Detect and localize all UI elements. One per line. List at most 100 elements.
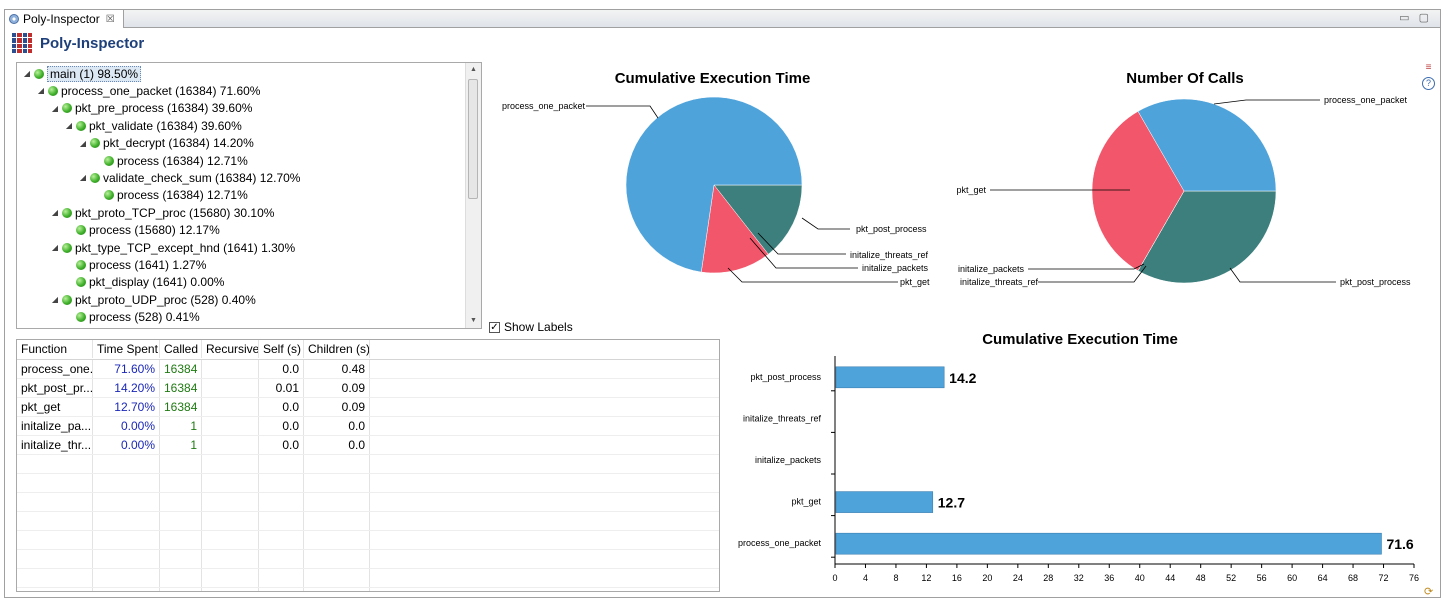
tree-expand-icon[interactable]: ◢ [51, 208, 59, 217]
bar-process-one-packet[interactable] [835, 532, 1382, 555]
scroll-thumb[interactable] [468, 79, 478, 199]
column-header-called[interactable]: Called [160, 340, 202, 358]
table-row[interactable]: pkt_post_pr... 14.20% 16384 0.01 0.09 [17, 379, 719, 398]
table-cell [370, 474, 719, 492]
bar-value-label: 14.2 [949, 370, 976, 386]
tree-expand-icon[interactable]: ◢ [79, 139, 87, 148]
table-row[interactable]: initalize_pa... 0.00% 1 0.0 0.0 [17, 417, 719, 436]
table-row[interactable]: process_one... 71.60% 16384 0.0 0.48 [17, 360, 719, 379]
tree-expand-icon[interactable]: ◢ [79, 173, 87, 182]
pie-label: pkt_post_process [856, 224, 927, 234]
scroll-down-icon[interactable]: ▼ [466, 314, 481, 328]
table-cell [370, 436, 719, 454]
minimize-maximize-icon[interactable]: ▭ ▢ [1399, 11, 1432, 24]
x-tick-label: 20 [982, 573, 992, 583]
scroll-up-icon[interactable]: ▲ [466, 63, 481, 77]
x-tick-label: 16 [952, 573, 962, 583]
table-header: Function Time Spent Called Recursive Sel… [17, 340, 719, 360]
pie-label: pkt_post_process [1340, 277, 1411, 287]
bar-pkt-post-process[interactable] [835, 366, 945, 389]
tree-expand-icon[interactable]: ◢ [51, 104, 59, 113]
tree-node[interactable]: ◢ pkt_pre_process (16384) 39.60% [51, 100, 253, 117]
bar-category-label: initalize_packets [755, 455, 822, 465]
tab-poly-inspector[interactable]: Poly-Inspector ☒ [5, 10, 124, 28]
tree-node[interactable]: ◢ main (1) 98.50% [23, 65, 142, 82]
tree-node[interactable]: process (1641) 1.27% [65, 256, 206, 273]
tree-node[interactable]: ◢ pkt_validate (16384) 39.60% [65, 117, 242, 134]
tree-node[interactable]: ◢pkt_proto_ICMP_proc (176) 0.10% [51, 326, 260, 329]
table-cell [304, 588, 370, 591]
table-cell [259, 474, 304, 492]
table-cell: 16384 [160, 379, 202, 397]
table-cell [259, 493, 304, 511]
table-cell [202, 455, 259, 473]
close-icon[interactable]: ☒ [106, 14, 115, 25]
table-cell [17, 455, 93, 473]
table-cell [370, 455, 719, 473]
tree-node[interactable]: process (16384) 12.71% [93, 187, 248, 204]
table-cell [160, 531, 202, 549]
table-cell: 71.60% [93, 360, 160, 378]
sync-icon[interactable]: ⟳ [1424, 585, 1433, 598]
tree-node-label: pkt_decrypt (16384) 14.20% [103, 136, 254, 151]
tree-node[interactable]: process (15680) 12.17% [65, 222, 220, 239]
table-cell: initalize_pa... [17, 417, 93, 435]
tree-expand-icon[interactable]: ◢ [23, 69, 31, 78]
tree-expand-icon[interactable]: ◢ [51, 243, 59, 252]
x-tick-label: 44 [1165, 573, 1175, 583]
column-header-time-spent[interactable]: Time Spent [93, 340, 160, 358]
table-cell [370, 569, 719, 587]
x-tick-label: 36 [1104, 573, 1114, 583]
table-cell: 0.0 [259, 398, 304, 416]
tree-node[interactable]: ◢ pkt_proto_UDP_proc (528) 0.40% [51, 291, 256, 308]
status-dot-icon [62, 207, 72, 218]
x-tick-label: 56 [1257, 573, 1267, 583]
table-cell [370, 417, 719, 435]
table-cell [370, 360, 719, 378]
x-tick-label: 52 [1226, 573, 1236, 583]
status-dot-icon [90, 138, 100, 149]
tree-expand-icon[interactable]: ◢ [65, 121, 73, 130]
bar-pkt-get[interactable] [835, 491, 934, 513]
column-header-recursive[interactable]: Recursive [202, 340, 259, 358]
call-tree[interactable]: ◢ main (1) 98.50% ◢ process_one_packet (163… [16, 62, 482, 329]
bar-value-label: 12.7 [938, 495, 965, 511]
table-cell [93, 531, 160, 549]
help-icon[interactable]: ? [1422, 77, 1435, 90]
tree-node[interactable]: ◢ process_one_packet (16384) 71.60% [37, 82, 261, 99]
table-row[interactable]: pkt_get 12.70% 16384 0.0 0.09 [17, 398, 719, 417]
tree-expand-icon[interactable]: ◢ [37, 86, 45, 95]
table-cell [304, 512, 370, 530]
empty-table-row [17, 474, 719, 493]
table-cell [202, 588, 259, 591]
status-dot-icon [62, 294, 72, 305]
show-labels-toggle[interactable]: ✓ Show Labels [489, 320, 573, 334]
tab-label: Poly-Inspector [23, 12, 100, 26]
column-header-children[interactable]: Children (s) [304, 340, 370, 358]
tree-node[interactable]: ◢ pkt_decrypt (16384) 14.20% [79, 135, 254, 152]
preferences-icon[interactable]: ≡ [1426, 62, 1432, 73]
tree-scrollbar[interactable]: ▲ ▼ [465, 63, 481, 328]
tree-node[interactable]: ◢ validate_check_sum (16384) 12.70% [79, 169, 301, 186]
status-dot-icon [76, 312, 86, 323]
table-cell: initalize_thr... [17, 436, 93, 454]
bar-category-label: pkt_get [791, 497, 821, 507]
tree-node[interactable]: process (528) 0.41% [65, 309, 200, 326]
table-cell [93, 569, 160, 587]
tree-node[interactable]: ◢ pkt_type_TCP_except_hnd (1641) 1.30% [51, 239, 295, 256]
tree-node-label: process_one_packet (16384) 71.60% [61, 83, 261, 98]
show-labels-checkbox[interactable]: ✓ [489, 321, 500, 333]
table-row[interactable]: initalize_thr... 0.00% 1 0.0 0.0 [17, 436, 719, 455]
tree-node[interactable]: pkt_display (1641) 0.00% [65, 274, 224, 291]
table-cell [304, 531, 370, 549]
pie-leader-line [1213, 99, 1320, 105]
column-header-self[interactable]: Self (s) [259, 340, 304, 358]
view-tab-bar: Poly-Inspector ☒ ▭ ▢ [4, 9, 1441, 28]
column-header-function[interactable]: Function [17, 340, 93, 358]
tree-node[interactable]: ◢ pkt_proto_TCP_proc (15680) 30.10% [51, 204, 275, 221]
bar-category-label: initalize_threats_ref [743, 413, 822, 423]
tree-node[interactable]: process (16384) 12.71% [93, 152, 248, 169]
tree-node-label: process (1641) 1.27% [89, 257, 207, 272]
empty-table-row [17, 455, 719, 474]
tree-expand-icon[interactable]: ◢ [51, 295, 59, 304]
